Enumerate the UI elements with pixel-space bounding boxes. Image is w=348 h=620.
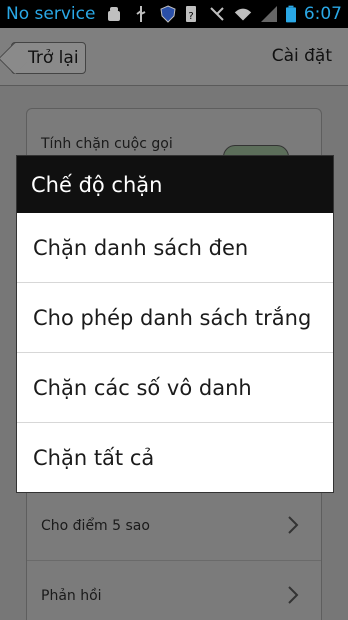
carrier-label: No service: [6, 4, 96, 24]
setting-row-label: Phản hồi: [41, 588, 102, 604]
app-bar: Trở lại Cài đặt: [0, 28, 348, 86]
block-mode-dialog: Chế độ chặn Chặn danh sách đen Cho phép …: [16, 155, 334, 493]
status-left-icons: [105, 5, 177, 23]
back-button[interactable]: Trở lại: [11, 42, 86, 74]
option-block-all[interactable]: Chặn tất cả: [17, 423, 333, 493]
setting-row-label: Cho điểm 5 sao: [41, 517, 150, 534]
option-allow-whitelist[interactable]: Cho phép danh sách trắng: [17, 283, 333, 353]
back-button-label: Trở lại: [28, 48, 79, 68]
status-right-icons: ? 6:07: [182, 4, 348, 24]
usb-icon: [136, 6, 146, 22]
no-signal-icon: [210, 7, 224, 21]
wifi-icon: [234, 8, 251, 21]
android-debug-icon: [108, 7, 121, 21]
setting-row-label: Tính chặn cuộc gọi: [41, 135, 173, 152]
signal-icon: [260, 6, 277, 22]
shield-icon: [160, 5, 176, 23]
option-block-blacklist[interactable]: Chặn danh sách đen: [17, 213, 333, 283]
sim-alert-icon: ?: [185, 6, 196, 22]
chevron-right-icon: [288, 516, 299, 534]
page-title: Cài đặt: [271, 46, 332, 66]
clock: 6:07: [303, 4, 342, 24]
chevron-right-icon: [288, 586, 299, 604]
setting-row-feedback[interactable]: Phản hồi: [27, 561, 321, 620]
svg-text:?: ?: [188, 11, 193, 22]
status-bar: No service ? 6:07: [0, 0, 348, 28]
option-block-anonymous[interactable]: Chặn các số vô danh: [17, 353, 333, 423]
battery-icon: [285, 5, 296, 23]
setting-row-rate[interactable]: Cho điểm 5 sao: [27, 491, 321, 561]
dialog-title: Chế độ chặn: [17, 156, 333, 213]
